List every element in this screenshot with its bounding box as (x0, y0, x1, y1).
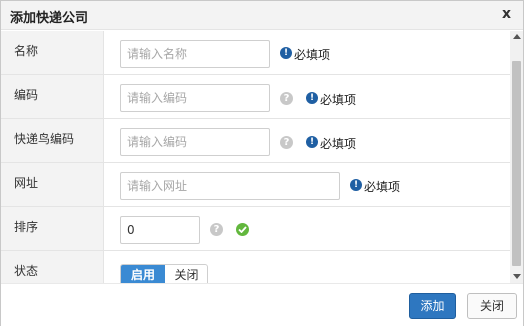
scroll-thumb[interactable] (512, 61, 521, 266)
website-input[interactable] (120, 172, 340, 200)
form-row-status: 状态 启用 关闭 (1, 251, 510, 283)
form-content: 名称 ! 必填项 编码 ? ! 必填项 快递鸟编码 ? ! 必填项 (1, 31, 510, 283)
form-row-code: 编码 ? ! 必填项 (1, 75, 510, 119)
sort-input[interactable] (120, 216, 200, 244)
name-input[interactable] (120, 40, 270, 68)
code-label: 编码 (14, 88, 39, 102)
scroll-up-arrow[interactable] (513, 34, 521, 39)
required-text: 必填项 (320, 93, 357, 107)
add-courier-dialog: 添加快递公司 x 名称 ! 必填项 编码 ? ! 必填项 快递鸟编码 (0, 0, 524, 326)
required-icon: ! (306, 136, 318, 148)
code-input[interactable] (120, 84, 270, 112)
label-cell: 排序 (1, 207, 104, 250)
check-icon (236, 223, 249, 236)
name-label: 名称 (14, 44, 39, 58)
required-icon: ! (350, 179, 362, 191)
scroll-down-arrow[interactable] (513, 274, 521, 279)
status-toggle-off[interactable]: 关闭 (165, 265, 207, 283)
sort-label: 排序 (14, 220, 39, 234)
required-text: 必填项 (294, 48, 331, 62)
dialog-titlebar: 添加快递公司 x (1, 1, 523, 30)
help-icon[interactable]: ? (280, 136, 293, 149)
status-toggle[interactable]: 启用 关闭 (120, 264, 208, 283)
help-icon[interactable]: ? (280, 92, 293, 105)
help-icon[interactable]: ? (210, 223, 223, 236)
label-cell: 快递鸟编码 (1, 119, 104, 162)
required-text: 必填项 (364, 180, 401, 194)
dialog-title: 添加快递公司 (10, 11, 89, 26)
status-label: 状态 (14, 264, 39, 278)
label-cell: 网址 (1, 163, 104, 206)
website-label: 网址 (14, 176, 39, 190)
required-icon: ! (280, 47, 292, 59)
form-row-sort: 排序 ? (1, 207, 510, 251)
add-button[interactable]: 添加 (409, 293, 456, 319)
required-icon: ! (306, 92, 318, 104)
form-row-website: 网址 ! 必填项 (1, 163, 510, 207)
close-button[interactable]: 关闭 (467, 293, 517, 319)
form-row-kdniao-code: 快递鸟编码 ? ! 必填项 (1, 119, 510, 163)
required-text: 必填项 (320, 137, 357, 151)
label-cell: 名称 (1, 31, 104, 74)
form-row-name: 名称 ! 必填项 (1, 31, 510, 75)
label-cell: 编码 (1, 75, 104, 118)
status-toggle-on[interactable]: 启用 (121, 265, 165, 283)
label-cell: 状态 (1, 251, 104, 283)
vertical-scrollbar[interactable] (510, 31, 523, 283)
kdniao-code-input[interactable] (120, 128, 270, 156)
dialog-footer: 添加 关闭 (1, 283, 523, 326)
close-icon[interactable]: x (502, 6, 511, 22)
kdniao-code-label: 快递鸟编码 (14, 132, 75, 146)
